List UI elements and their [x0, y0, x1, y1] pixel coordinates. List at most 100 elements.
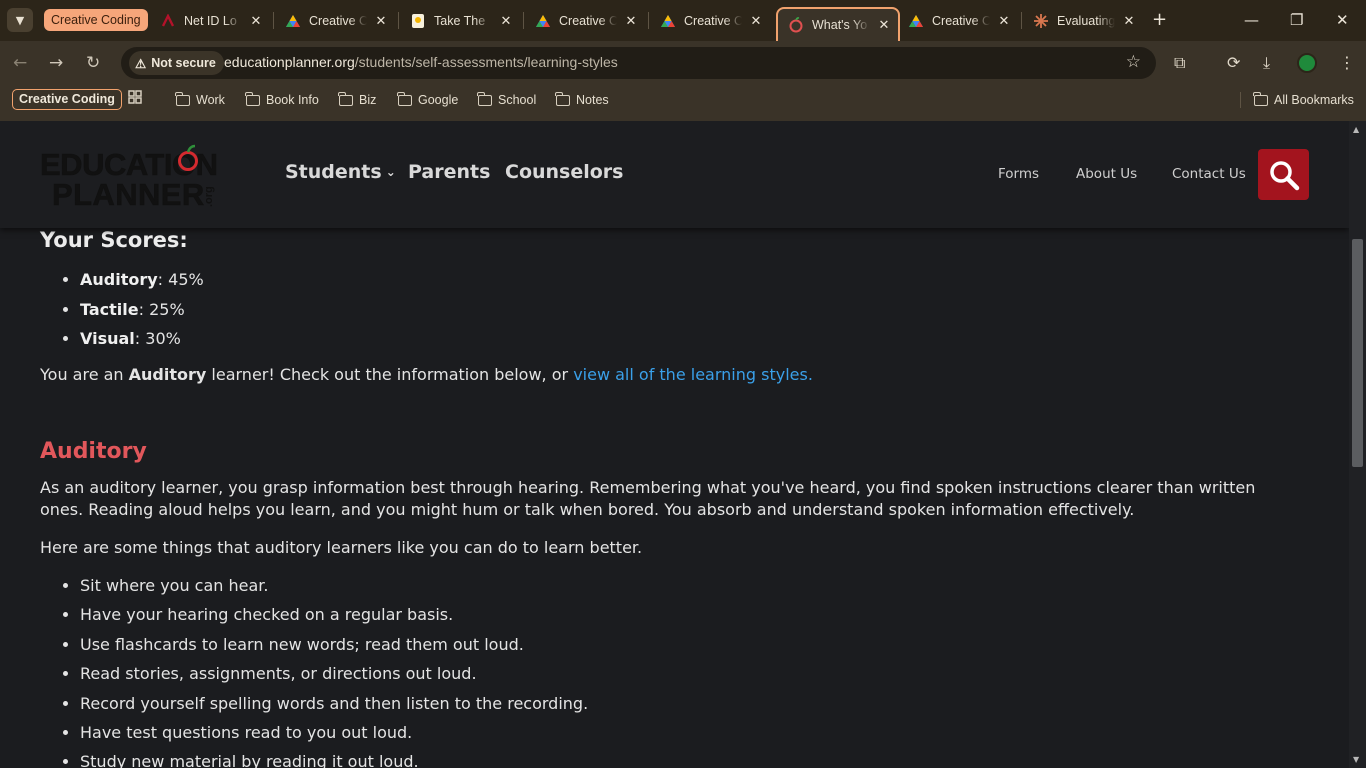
- bookmark-folder-book-info[interactable]: Book Info: [245, 90, 319, 110]
- nav-counselors[interactable]: Counselors: [505, 161, 624, 183]
- score-label: Auditory: [80, 270, 158, 289]
- scroll-down-arrow-icon[interactable]: ▼: [1353, 755, 1359, 764]
- tab-separator: [648, 12, 649, 29]
- nav-students[interactable]: Students ⌄: [285, 161, 396, 183]
- nav-about-us[interactable]: About Us: [1076, 166, 1137, 182]
- tab-title: Net ID Lo: [184, 13, 237, 28]
- page-scrollbar[interactable]: ▲ ▼: [1349, 121, 1366, 768]
- tab-creative-1[interactable]: Creative C ✕: [275, 6, 395, 35]
- tab-net-id[interactable]: Net ID Lo ✕: [150, 6, 270, 35]
- folder-icon: [175, 91, 190, 106]
- url-host: educationplanner.org: [224, 54, 355, 70]
- tab-creative-4[interactable]: Creative C ✕: [650, 6, 770, 35]
- tab-active[interactable]: What's Yo ✕: [776, 7, 900, 41]
- tab-strip: ▼ Creative Coding Net ID Lo ✕ Creative C…: [0, 0, 1366, 41]
- close-icon[interactable]: ✕: [878, 17, 890, 33]
- tab-group-chip[interactable]: Creative Coding: [44, 9, 148, 31]
- apple-logo-icon: [788, 17, 804, 33]
- bookmarks-bar: Creative Coding Work Book Info Biz Googl…: [0, 87, 1366, 113]
- url-text[interactable]: educationplanner.org/students/self-asses…: [224, 54, 618, 70]
- score-value: : 45%: [157, 270, 204, 289]
- back-button[interactable]: ←: [13, 52, 27, 74]
- menu-kebab-icon[interactable]: ⋮: [1339, 52, 1355, 74]
- site-info-button[interactable]: ⚠ Not secure: [129, 51, 224, 75]
- sunburst-icon: [1033, 13, 1049, 29]
- drive-triangle-icon: [908, 13, 924, 29]
- bookmark-folder-work[interactable]: Work: [175, 90, 225, 110]
- window-close-button[interactable]: ✕: [1336, 10, 1349, 30]
- forward-button[interactable]: →: [49, 52, 63, 74]
- close-icon[interactable]: ✕: [500, 13, 512, 29]
- score-value: : 25%: [138, 299, 185, 319]
- bookmark-label: Google: [418, 93, 459, 107]
- bookmark-folder-biz[interactable]: Biz: [338, 90, 377, 110]
- url-path: /students/self-assessments/learning-styl…: [354, 54, 618, 70]
- all-bookmarks-button[interactable]: All Bookmarks: [1253, 90, 1354, 110]
- tab-separator: [273, 12, 274, 29]
- view-all-styles-link[interactable]: view all of the learning styles.: [573, 365, 813, 384]
- web-page: EDUCATION PLANNER .org Students ⌄ Parents…: [0, 121, 1349, 768]
- tab-separator: [1021, 12, 1022, 29]
- tips-intro: Here are some things that auditory learn…: [40, 538, 643, 557]
- site-search-button[interactable]: [1258, 149, 1309, 200]
- scroll-up-arrow-icon[interactable]: ▲: [1353, 125, 1359, 134]
- bookmark-folder-school[interactable]: School: [477, 90, 537, 110]
- drive-triangle-icon: [535, 13, 551, 29]
- bookmark-label: All Bookmarks: [1274, 93, 1354, 107]
- scores-heading: Your Scores:: [40, 228, 188, 252]
- bookmark-folder-google[interactable]: Google: [397, 90, 459, 110]
- close-icon[interactable]: ✕: [1123, 13, 1135, 29]
- bookmark-label: School: [498, 93, 537, 107]
- lightbulb-icon: [410, 13, 426, 29]
- tip-item: Sit where you can hear.: [80, 574, 588, 603]
- close-icon[interactable]: ✕: [375, 13, 387, 29]
- tab-title: Creative C: [684, 13, 742, 28]
- reload-button[interactable]: ↻: [86, 52, 100, 74]
- nav-parents[interactable]: Parents: [408, 161, 490, 183]
- site-header: EDUCATION PLANNER .org Students ⌄ Parents…: [0, 121, 1349, 228]
- bookmark-label: Biz: [359, 93, 377, 107]
- folder-icon: [477, 91, 492, 106]
- close-icon[interactable]: ✕: [250, 13, 262, 29]
- address-bar[interactable]: ⚠ Not secure educationplanner.org/studen…: [121, 47, 1156, 79]
- new-tab-button[interactable]: +: [1152, 10, 1167, 30]
- extensions-icon[interactable]: ⧉: [1174, 52, 1185, 74]
- close-icon[interactable]: ✕: [750, 13, 762, 29]
- nav-contact-us[interactable]: Contact Us: [1172, 166, 1246, 182]
- download-icon[interactable]: ⤓: [1263, 52, 1270, 74]
- maximize-button[interactable]: ❐: [1290, 10, 1303, 30]
- tab-creative-3[interactable]: Creative C ✕: [525, 6, 645, 35]
- tab-separator: [523, 12, 524, 29]
- nav-forms[interactable]: Forms: [998, 166, 1039, 182]
- apps-grid-icon[interactable]: [128, 90, 142, 104]
- site-logo[interactable]: EDUCATION PLANNER .org: [40, 139, 230, 212]
- learning-style-heading: Auditory: [40, 439, 147, 464]
- close-icon[interactable]: ✕: [625, 13, 637, 29]
- tab-creative-2[interactable]: Take The ✕: [400, 6, 520, 35]
- logo-suffix: .org: [203, 186, 215, 207]
- tab-search-button[interactable]: ▼: [7, 8, 33, 32]
- score-item: Tactile: 25%: [80, 298, 204, 328]
- red-mark-icon: [160, 13, 176, 29]
- tab-title: What's Yo: [812, 18, 868, 32]
- performance-icon[interactable]: ⟳: [1227, 52, 1240, 74]
- profile-avatar[interactable]: [1297, 53, 1317, 73]
- tips-list: Sit where you can hear. Have your hearin…: [80, 574, 588, 768]
- tab-creative-5[interactable]: Creative C ✕: [898, 6, 1018, 35]
- bookmark-label: Book Info: [266, 93, 319, 107]
- chevron-down-icon: ▼: [15, 13, 25, 27]
- bookmark-group-chip[interactable]: Creative Coding: [12, 89, 122, 110]
- bookmark-label: Notes: [576, 93, 609, 107]
- summary-prefix: You are an: [40, 365, 129, 384]
- nav-label: Students: [285, 161, 382, 183]
- scrollbar-thumb[interactable]: [1352, 239, 1363, 467]
- score-label: Visual: [80, 329, 135, 348]
- tip-item: Record yourself spelling words and then …: [80, 692, 588, 721]
- close-icon[interactable]: ✕: [998, 13, 1010, 29]
- tab-title: Creative C: [309, 13, 367, 28]
- bookmark-star-icon[interactable]: ☆: [1126, 52, 1141, 72]
- bookmark-folder-notes[interactable]: Notes: [555, 90, 609, 110]
- minimize-button[interactable]: —: [1244, 10, 1259, 30]
- tab-evaluating[interactable]: Evaluating ✕: [1023, 6, 1143, 35]
- folder-icon: [338, 91, 353, 106]
